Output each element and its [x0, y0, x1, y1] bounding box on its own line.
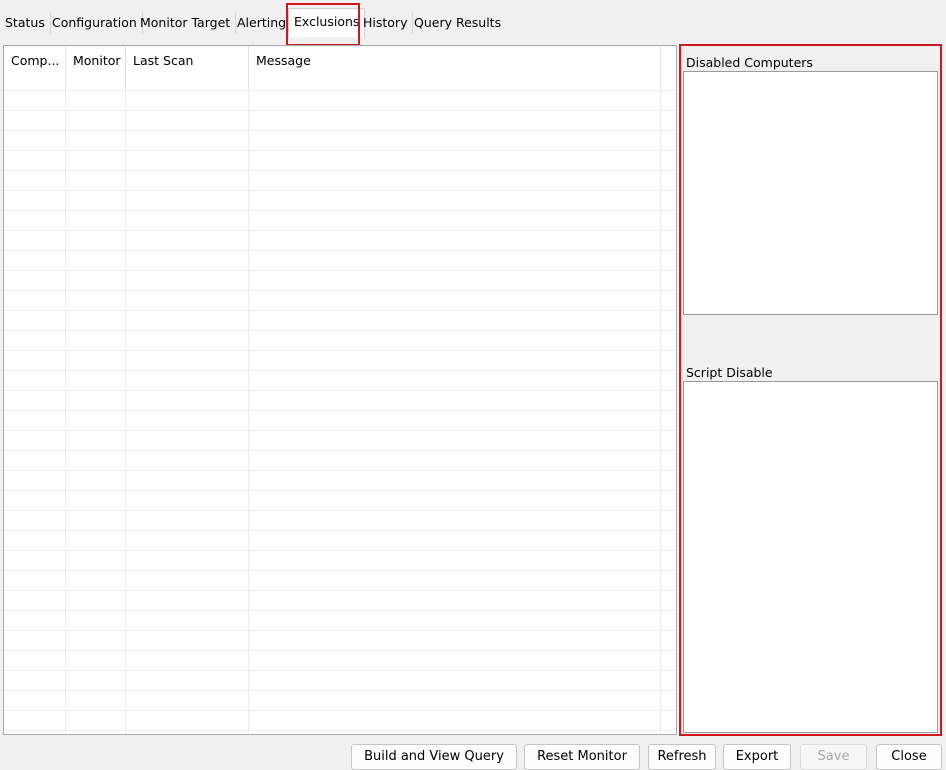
script-disable-list[interactable] — [683, 381, 938, 733]
table-row[interactable] — [4, 670, 676, 690]
table-row[interactable] — [4, 510, 676, 530]
table-row[interactable] — [4, 570, 676, 590]
grid-rows — [4, 90, 676, 734]
table-row[interactable] — [4, 370, 676, 390]
tab-history[interactable]: History — [358, 12, 414, 34]
table-row[interactable] — [4, 150, 676, 170]
table-row[interactable] — [4, 410, 676, 430]
table-row[interactable] — [4, 310, 676, 330]
exclusions-side-panel: Disabled Computers Script Disable — [681, 45, 939, 733]
tab-exclusions[interactable]: Exclusions — [288, 8, 366, 37]
disabled-computers-label: Disabled Computers — [686, 55, 813, 70]
table-row[interactable] — [4, 350, 676, 370]
column-header-last-scan[interactable]: Last Scan — [126, 46, 249, 90]
column-header-message[interactable]: Message — [249, 46, 661, 90]
tab-bar: Status Configuration Monitor Target Aler… — [0, 4, 946, 42]
table-row[interactable] — [4, 330, 676, 350]
table-row[interactable] — [4, 130, 676, 150]
table-row[interactable] — [4, 270, 676, 290]
tab-status[interactable]: Status — [0, 12, 51, 34]
export-button[interactable]: Export — [723, 744, 791, 770]
disabled-computers-list[interactable] — [683, 71, 938, 315]
table-row[interactable] — [4, 170, 676, 190]
tab-monitor-target[interactable]: Monitor Target — [135, 12, 237, 34]
script-disable-label: Script Disable — [686, 365, 773, 380]
build-and-view-query-button[interactable]: Build and View Query — [351, 744, 517, 770]
table-row[interactable] — [4, 210, 676, 230]
table-row[interactable] — [4, 430, 676, 450]
tab-alerting[interactable]: Alerting — [232, 12, 293, 34]
grid-header: Comp... Monitor Last Scan Message — [4, 46, 676, 90]
table-row[interactable] — [4, 650, 676, 670]
close-button[interactable]: Close — [876, 744, 942, 770]
results-grid[interactable]: Comp... Monitor Last Scan Message — [3, 45, 677, 735]
refresh-button[interactable]: Refresh — [648, 744, 716, 770]
tab-query-results[interactable]: Query Results — [409, 12, 506, 34]
table-row[interactable] — [4, 470, 676, 490]
table-row[interactable] — [4, 550, 676, 570]
reset-monitor-button[interactable]: Reset Monitor — [524, 744, 640, 770]
save-button[interactable]: Save — [800, 744, 867, 770]
table-row[interactable] — [4, 710, 676, 730]
table-row[interactable] — [4, 90, 676, 110]
table-row[interactable] — [4, 630, 676, 650]
table-row[interactable] — [4, 110, 676, 130]
table-row[interactable] — [4, 610, 676, 630]
table-row[interactable] — [4, 490, 676, 510]
column-header-monitor[interactable]: Monitor — [66, 46, 126, 90]
column-header-computer[interactable]: Comp... — [4, 46, 66, 90]
table-row[interactable] — [4, 190, 676, 210]
table-row[interactable] — [4, 230, 676, 250]
table-row[interactable] — [4, 590, 676, 610]
table-row[interactable] — [4, 390, 676, 410]
table-row[interactable] — [4, 450, 676, 470]
table-row[interactable] — [4, 730, 676, 734]
table-row[interactable] — [4, 530, 676, 550]
table-row[interactable] — [4, 690, 676, 710]
table-row[interactable] — [4, 290, 676, 310]
table-row[interactable] — [4, 250, 676, 270]
tab-configuration[interactable]: Configuration — [47, 12, 143, 34]
